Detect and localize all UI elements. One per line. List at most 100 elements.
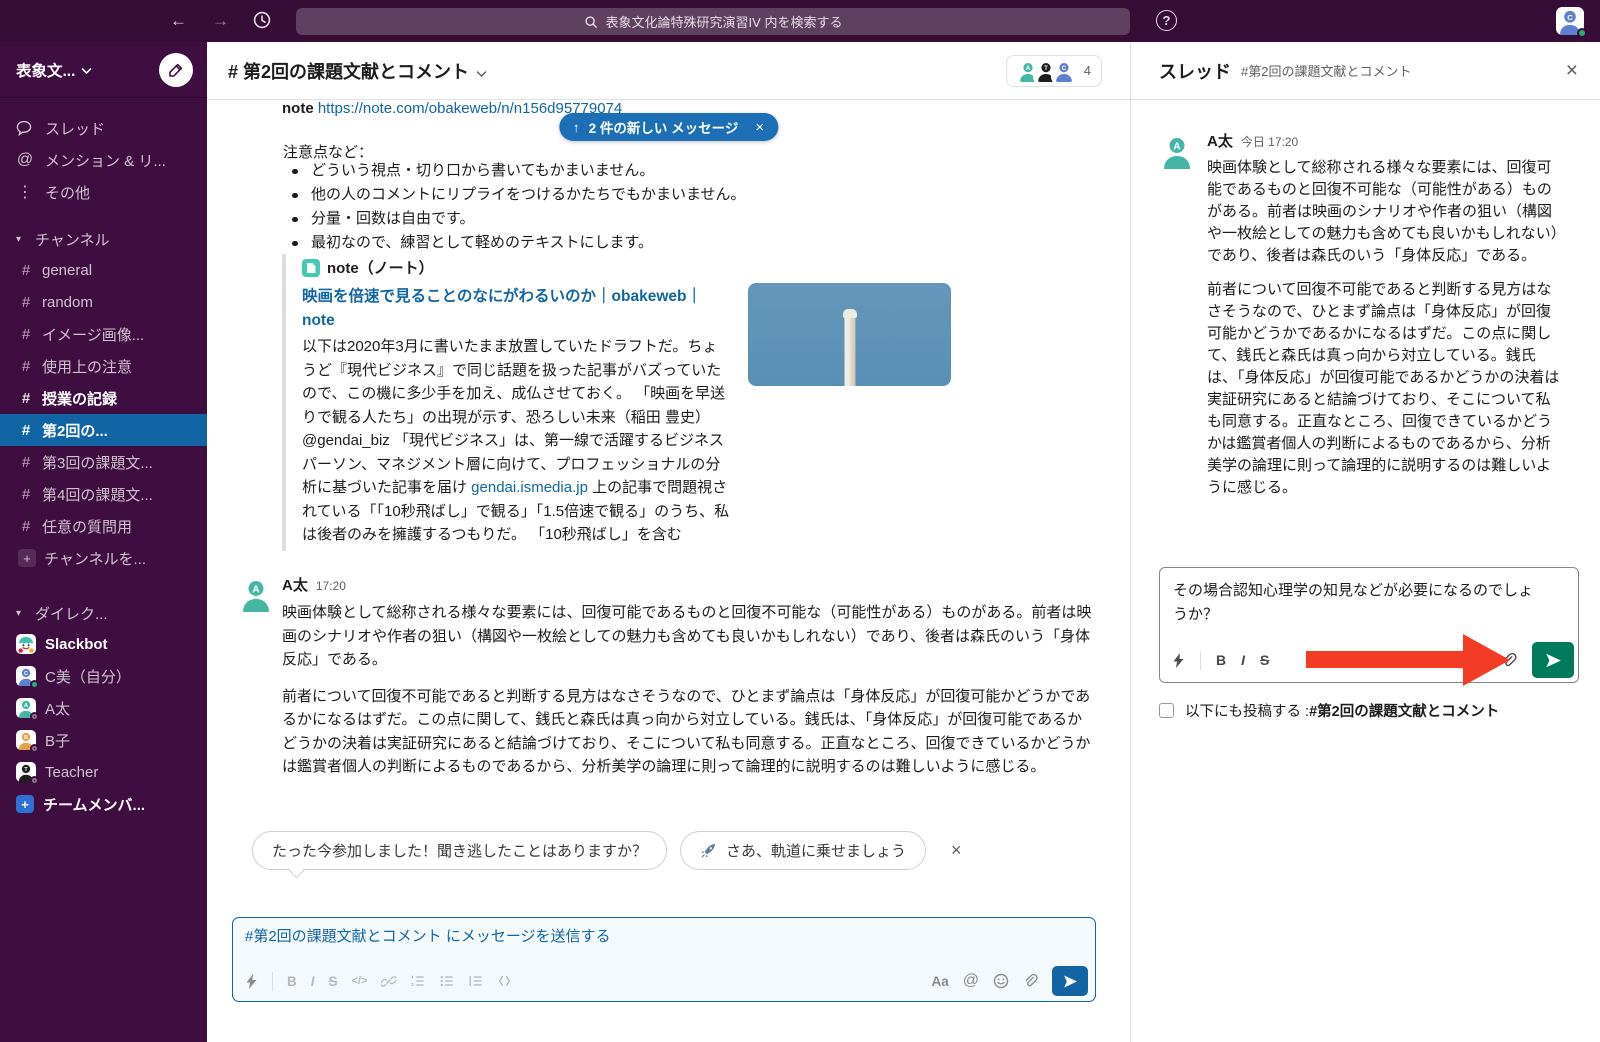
sidebar-item-dm-slackbot[interactable]: Slackbot: [0, 628, 207, 660]
sidebar-item-channel-questions[interactable]: #任意の質問用: [0, 510, 207, 542]
dms-section-header[interactable]: ▾ ダイレク...: [0, 598, 207, 628]
search-input[interactable]: 表象文化論特殊研究演習IV 内を検索する: [296, 8, 1130, 35]
help-button[interactable]: ?: [1156, 10, 1177, 31]
format-toggle-icon[interactable]: Aa: [931, 974, 948, 989]
sidebar-item-channel-session2-selected[interactable]: #第2回の...: [0, 414, 207, 446]
history-clock-icon[interactable]: [252, 10, 272, 30]
bold-icon[interactable]: B: [1216, 652, 1226, 668]
mention-icon[interactable]: @: [963, 972, 979, 990]
ordered-list-icon[interactable]: [410, 974, 425, 988]
attach-icon[interactable]: [1023, 973, 1038, 989]
user-avatar[interactable]: C: [1556, 7, 1584, 35]
sidebar-item-label: メンション & リ...: [45, 150, 166, 171]
bullet-item: 分量・回数は自由です。: [283, 207, 746, 231]
message-composer: B I S </>: [232, 917, 1096, 1002]
sidebar-item-dm-teacher[interactable]: T Teacher: [0, 756, 207, 788]
strikethrough-icon[interactable]: S: [1260, 652, 1269, 668]
pencil-icon: [168, 62, 184, 78]
sidebar-item-dm-b[interactable]: B B子: [0, 724, 207, 756]
svg-text:A: A: [252, 585, 259, 596]
link-preview-card: note（ノート） 映画を倍速で見ることのなにがわるいのか｜obakeweb｜n…: [282, 254, 956, 551]
message-author[interactable]: A太: [1207, 130, 1233, 151]
also-send-checkbox[interactable]: [1159, 703, 1174, 718]
chevron-down-icon: [81, 67, 92, 75]
caret-down-icon: ▾: [16, 234, 26, 245]
new-messages-label: 2 件の新しい メッセージ: [589, 117, 739, 137]
topbar: ← → 表象文化論特殊研究演習IV 内を検索する ? C: [0, 0, 1600, 42]
bullet-item: 最初なので、練習として軽めのテキストにします。: [283, 231, 746, 255]
sidebar-item-channel-images[interactable]: #イメージ画像...: [0, 318, 207, 350]
message-timestamp[interactable]: 今日 17:20: [1241, 133, 1298, 150]
close-icon[interactable]: ×: [1566, 59, 1578, 83]
card-inline-link[interactable]: gendai.ismedia.jp: [471, 479, 588, 496]
search-icon: [584, 15, 598, 29]
sidebar-item-dm-self[interactable]: C C美（自分）: [0, 660, 207, 692]
thread-body: A A太 今日 17:20 映画体験として総称される様々な要素には、回復可能であ…: [1131, 100, 1600, 1042]
member-count: 4: [1084, 63, 1091, 78]
channel-title[interactable]: # 第2回の課題文献とコメント: [228, 58, 469, 84]
sidebar-item-dm-a[interactable]: A A太: [0, 692, 207, 724]
channel-label: random: [42, 294, 93, 311]
sidebar-item-channel-usage[interactable]: #使用上の注意: [0, 350, 207, 382]
channel-members-button[interactable]: A T C 4: [1006, 55, 1102, 87]
svg-text:A: A: [24, 703, 28, 709]
message-author-avatar[interactable]: A: [1159, 133, 1195, 169]
hash-icon: #: [18, 262, 34, 279]
add-channel-button[interactable]: +チャンネルを...: [0, 542, 207, 574]
workspace-header[interactable]: 表象文...: [0, 42, 207, 98]
message-author[interactable]: A太: [282, 574, 308, 595]
suggested-reply-button-2[interactable]: さあ、軌道に乗せましょう: [680, 831, 926, 870]
message: A A太 17:20 映画体験として総称される様々な要素には、回復可能であるもの…: [238, 574, 1098, 779]
card-thumbnail-image[interactable]: [748, 283, 951, 386]
sidebar-item-more[interactable]: ⋮ その他: [0, 176, 207, 208]
suggested-reply-button-1[interactable]: たった今参加しました！聞き逃したことはありますか？: [252, 831, 667, 870]
reply-input[interactable]: その場合認知心理学の知見などが必要になるのでしょうか？: [1160, 568, 1552, 627]
sidebar-item-label: その他: [45, 182, 90, 203]
new-messages-banner[interactable]: ↑ 2 件の新しい メッセージ ×: [559, 113, 778, 141]
add-teammates-button[interactable]: + チームメンバ...: [0, 788, 207, 820]
card-provider-name: note（ノート）: [327, 257, 434, 278]
history-forward-button[interactable]: →: [212, 9, 229, 33]
main-channel-view: # 第2回の課題文献とコメント A T C 4 note https://not…: [207, 42, 1130, 1042]
chevron-down-icon[interactable]: [476, 70, 487, 78]
italic-icon[interactable]: I: [311, 974, 315, 989]
send-button[interactable]: [1532, 642, 1574, 678]
message-body: A太 今日 17:20 映画体験として総称される様々な要素には、回復可能であるも…: [1207, 130, 1563, 499]
strikethrough-icon[interactable]: S: [329, 974, 338, 989]
emoji-icon[interactable]: [993, 973, 1009, 989]
svg-text:C: C: [1567, 13, 1573, 22]
shortcuts-bolt-icon[interactable]: [245, 974, 258, 989]
bullet-list-icon[interactable]: [439, 974, 454, 988]
italic-icon[interactable]: I: [1241, 652, 1245, 668]
dm-label: Slackbot: [45, 636, 108, 653]
channels-section-header[interactable]: ▾ チャンネル: [0, 224, 207, 254]
rocket-icon: [700, 842, 717, 859]
close-icon[interactable]: ×: [951, 840, 962, 861]
history-back-button[interactable]: ←: [170, 9, 187, 33]
sidebar-item-channel-random[interactable]: #random: [0, 286, 207, 318]
composer-input[interactable]: [245, 928, 1073, 945]
message-timestamp[interactable]: 17:20: [316, 579, 346, 593]
presence-offline-dot: [30, 744, 39, 753]
code-block-icon[interactable]: [497, 974, 512, 988]
svg-text:C: C: [24, 671, 28, 677]
link-icon[interactable]: [381, 974, 396, 989]
blockquote-icon[interactable]: [468, 974, 483, 988]
message-author-avatar[interactable]: A: [238, 576, 274, 612]
shortcuts-bolt-icon[interactable]: [1172, 653, 1185, 668]
send-button[interactable]: [1052, 966, 1088, 996]
code-icon[interactable]: </>: [352, 975, 368, 987]
card-title-link[interactable]: 映画を倍速で見ることのなにがわるいのか｜obakeweb｜note: [302, 285, 732, 333]
sidebar-item-threads[interactable]: スレッド: [0, 112, 207, 144]
bold-icon[interactable]: B: [287, 974, 297, 989]
sidebar-item-channel-session4[interactable]: #第4回の課題文...: [0, 478, 207, 510]
sidebar-nav: スレッド @ メンション & リ... ⋮ その他: [0, 98, 207, 208]
sidebar-item-channel-records[interactable]: #授業の記録: [0, 382, 207, 414]
sidebar-item-mentions[interactable]: @ メンション & リ...: [0, 144, 207, 176]
close-icon[interactable]: ×: [755, 119, 764, 136]
compose-button[interactable]: [159, 53, 193, 87]
sidebar-item-channel-general[interactable]: #general: [0, 254, 207, 286]
thread-channel-subtitle[interactable]: #第2回の課題文献とコメント: [1241, 61, 1411, 80]
sidebar-item-channel-session3[interactable]: #第3回の課題文...: [0, 446, 207, 478]
note-logo-icon: [302, 259, 320, 277]
